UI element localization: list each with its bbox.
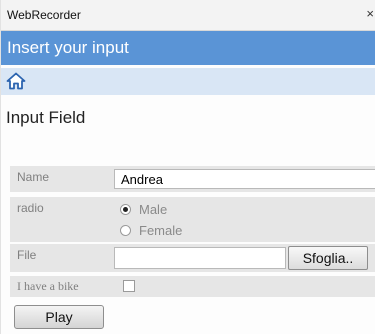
app-title: WebRecorder xyxy=(7,8,81,22)
browse-button[interactable]: Sfoglia.. xyxy=(288,246,368,270)
file-label: File xyxy=(17,248,37,262)
bike-checkbox[interactable] xyxy=(123,280,135,292)
section-title: Input Field xyxy=(6,108,86,127)
bike-label: I have a bike xyxy=(17,279,79,293)
play-button[interactable]: Play xyxy=(14,305,104,329)
radio-button-male[interactable] xyxy=(120,204,131,215)
radio-label-male: Male xyxy=(139,202,168,217)
name-input[interactable] xyxy=(114,169,375,189)
file-path-field[interactable] xyxy=(114,247,286,269)
webrecorder-window: WebRecorder × Insert your input Input Fi… xyxy=(0,0,375,334)
radio-option-male[interactable]: Male xyxy=(120,202,167,217)
name-row: Name xyxy=(10,166,375,192)
page-title: Insert your input xyxy=(7,38,129,57)
file-row: File Sfoglia.. xyxy=(10,244,375,272)
home-icon[interactable] xyxy=(6,72,26,90)
radio-label-female: Female xyxy=(139,223,183,238)
radio-button-female[interactable] xyxy=(120,225,131,236)
radio-option-female[interactable]: Female xyxy=(120,223,182,238)
close-icon[interactable]: × xyxy=(366,7,374,21)
bike-row: I have a bike xyxy=(10,276,375,297)
name-label: Name xyxy=(17,170,50,184)
radio-label: radio xyxy=(17,201,44,215)
title-bar: WebRecorder × xyxy=(1,0,375,31)
navigation-bar xyxy=(1,68,375,95)
page-header: Insert your input xyxy=(1,31,375,65)
radio-row: radio Male Female xyxy=(10,197,375,242)
